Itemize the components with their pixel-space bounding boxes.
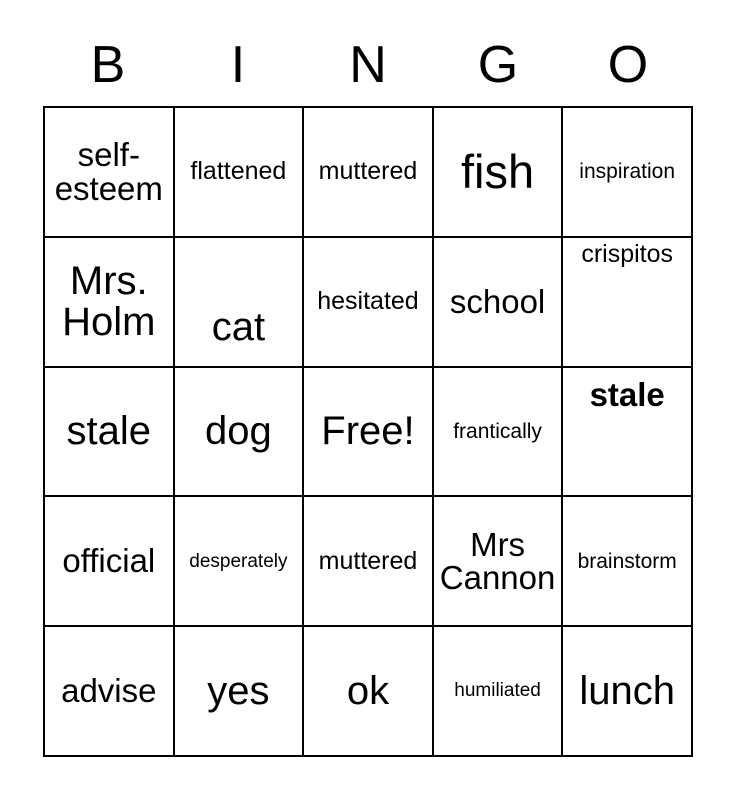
bingo-card: B I N G O self-esteem flattened muttered fi…: [0, 0, 736, 800]
bingo-cell-label: stale: [589, 375, 665, 413]
bingo-cell-label: flattened: [190, 157, 287, 186]
bingo-cell-label: Mrs. Holm: [62, 258, 156, 344]
bingo-cell-label: official: [62, 542, 156, 580]
bingo-cell-label: cat: [211, 304, 266, 349]
bingo-cell-label: advise: [61, 672, 157, 710]
bingo-cell[interactable]: stale: [45, 367, 175, 498]
header-letter-o: O: [607, 36, 649, 94]
bingo-cell[interactable]: yes: [174, 627, 305, 757]
bingo-cell[interactable]: Mrs Cannon: [433, 497, 564, 628]
bingo-cell[interactable]: cat: [174, 237, 305, 368]
bingo-cell[interactable]: official: [45, 497, 175, 628]
bingo-cell-label: school: [449, 282, 546, 320]
bingo-cell-label: fish: [461, 144, 535, 198]
header-letter-b: B: [90, 36, 126, 94]
bingo-cell[interactable]: self-esteem: [45, 108, 175, 238]
bingo-cell[interactable]: flattened: [174, 108, 305, 238]
bingo-row: self-esteem flattened muttered fish inspirat…: [45, 108, 693, 238]
bingo-cell-label: ok: [346, 668, 390, 713]
bingo-header: B I N G O: [43, 24, 693, 106]
bingo-cell-label: humiliated: [454, 680, 541, 702]
bingo-cell-label: lunch: [579, 668, 675, 713]
bingo-cell[interactable]: muttered: [304, 497, 434, 628]
bingo-cell-label: desperately: [189, 550, 288, 572]
bingo-cell[interactable]: desperately: [174, 497, 305, 628]
bingo-cell[interactable]: frantically: [433, 367, 564, 498]
bingo-cell[interactable]: school: [433, 237, 564, 368]
bingo-cell[interactable]: humiliated: [433, 627, 564, 757]
bingo-cell-label: hesitated: [317, 286, 419, 315]
bingo-cell-label: brainstorm: [577, 549, 677, 573]
header-letter-i: I: [230, 36, 246, 94]
bingo-cell[interactable]: lunch: [563, 627, 693, 757]
bingo-cell[interactable]: muttered: [304, 108, 434, 238]
bingo-cell[interactable]: Mrs. Holm: [45, 237, 175, 368]
bingo-cell[interactable]: stale: [563, 367, 693, 498]
bingo-cell-label: muttered: [318, 546, 418, 575]
bingo-cell-label: frantically: [453, 419, 542, 443]
bingo-row: Mrs. Holm cat hesitated school crispitos: [45, 237, 693, 368]
bingo-cell[interactable]: hesitated: [304, 237, 434, 368]
header-letter-g: G: [477, 36, 519, 94]
bingo-cell[interactable]: ok: [304, 627, 434, 757]
bingo-cell-label: muttered: [318, 157, 418, 186]
bingo-cell[interactable]: inspiration: [563, 108, 693, 238]
bingo-cell-label: stale: [66, 409, 152, 454]
bingo-cell-label: Free!: [321, 409, 415, 454]
bingo-cell[interactable]: advise: [45, 627, 175, 757]
bingo-row: stale dog Free! frantically stale: [45, 367, 693, 498]
bingo-cell-label: self-esteem: [54, 136, 163, 207]
bingo-cell-label: dog: [205, 409, 272, 454]
bingo-grid: self-esteem flattened muttered fish inspirat…: [43, 106, 693, 757]
header-letter-n: N: [349, 36, 387, 94]
bingo-cell[interactable]: fish: [433, 108, 564, 238]
bingo-row: advise yes ok humiliated lunch: [45, 627, 693, 757]
bingo-cell-label: inspiration: [579, 160, 676, 184]
bingo-cell-label: yes: [207, 668, 270, 713]
bingo-cell-label: Mrs Cannon: [439, 525, 556, 597]
bingo-cell[interactable]: brainstorm: [563, 497, 693, 628]
bingo-cell[interactable]: dog: [174, 367, 305, 498]
bingo-cell-label: crispitos: [581, 239, 674, 268]
bingo-cell[interactable]: crispitos: [563, 237, 693, 368]
bingo-row: official desperately muttered Mrs Cannon bra…: [45, 497, 693, 628]
bingo-free-space[interactable]: Free!: [304, 367, 434, 498]
